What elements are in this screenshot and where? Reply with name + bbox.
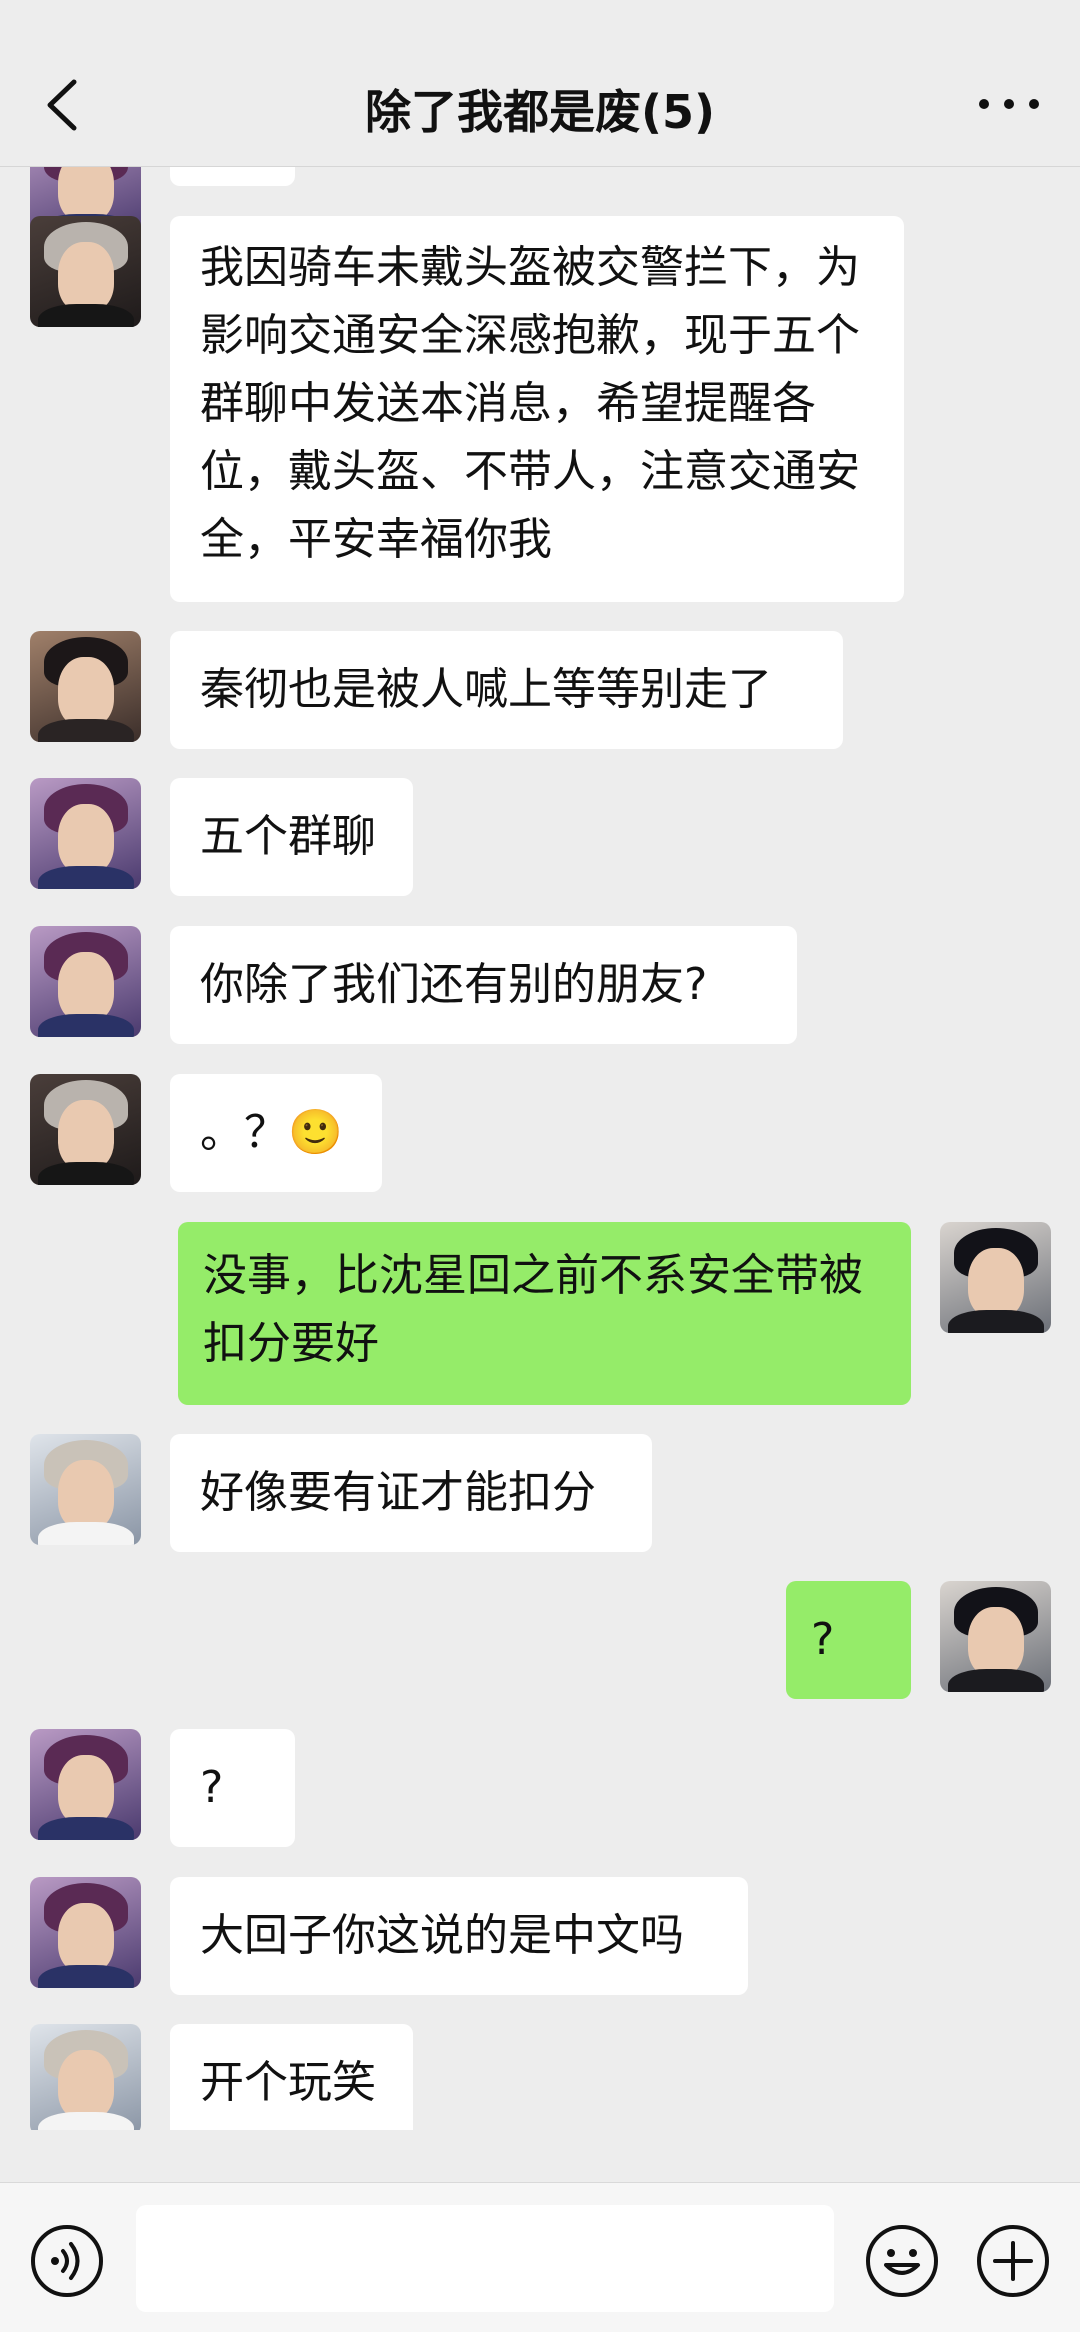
message-bubble[interactable]: ?: [170, 1729, 295, 1847]
message-bubble[interactable]: 我因骑车未戴头盔被交警拦下，为影响交通安全深感抱歉，现于五个群聊中发送本消息，希…: [170, 216, 904, 602]
voice-button[interactable]: [29, 2223, 105, 2299]
avatar-white-hair[interactable]: [30, 2024, 141, 2130]
message-list[interactable]: 我因骑车未戴头盔被交警拦下，为影响交通安全深感抱歉，现于五个群聊中发送本消息，希…: [0, 166, 1080, 2130]
my-message-bubble[interactable]: ?: [786, 1581, 911, 1699]
avatar-purple-hair[interactable]: [30, 1877, 141, 1988]
plus-icon: [977, 2225, 1049, 2297]
chat-title: 除了我都是废(5): [364, 85, 716, 139]
nav-bar: 除了我都是废(5): [0, 0, 1080, 167]
message-bubble[interactable]: 。？🙂: [170, 1074, 382, 1192]
message-bubble[interactable]: 你除了我们还有别的朋友?: [170, 926, 797, 1044]
avatar-purple-hair[interactable]: [30, 926, 141, 1037]
avatar-purple-hair[interactable]: [30, 1729, 141, 1840]
emoji-button[interactable]: [864, 2223, 940, 2299]
message-bubble[interactable]: 五个群聊: [170, 778, 413, 896]
plus-button[interactable]: [975, 2223, 1051, 2299]
avatar-purple-hair[interactable]: [30, 778, 141, 889]
input-bar: [0, 2182, 1080, 2332]
avatar-self[interactable]: [940, 1222, 1051, 1333]
avatar-grey-hair[interactable]: [30, 1074, 141, 1185]
message-bubble[interactable]: 大回子你这说的是中文吗: [170, 1877, 748, 1995]
my-message-bubble[interactable]: 没事，比沈星回之前不系安全带被扣分要好: [178, 1222, 911, 1405]
message-bubble[interactable]: 好像要有证才能扣分: [170, 1434, 652, 1552]
more-button[interactable]: [974, 84, 1044, 124]
message-input[interactable]: [136, 2205, 834, 2312]
emoji-icon: [866, 2225, 938, 2297]
avatar-black-hair[interactable]: [30, 631, 141, 742]
avatar-self[interactable]: [940, 1581, 1051, 1692]
message-bubble-partial: [170, 166, 295, 186]
voice-icon: [31, 2225, 103, 2297]
more-dots-icon: [979, 99, 1039, 109]
message-bubble[interactable]: 秦彻也是被人喊上等等别走了: [170, 631, 843, 749]
avatar-grey-hair[interactable]: [30, 216, 141, 327]
avatar-white-hair[interactable]: [30, 1434, 141, 1545]
message-bubble[interactable]: 开个玩笑: [170, 2024, 413, 2130]
